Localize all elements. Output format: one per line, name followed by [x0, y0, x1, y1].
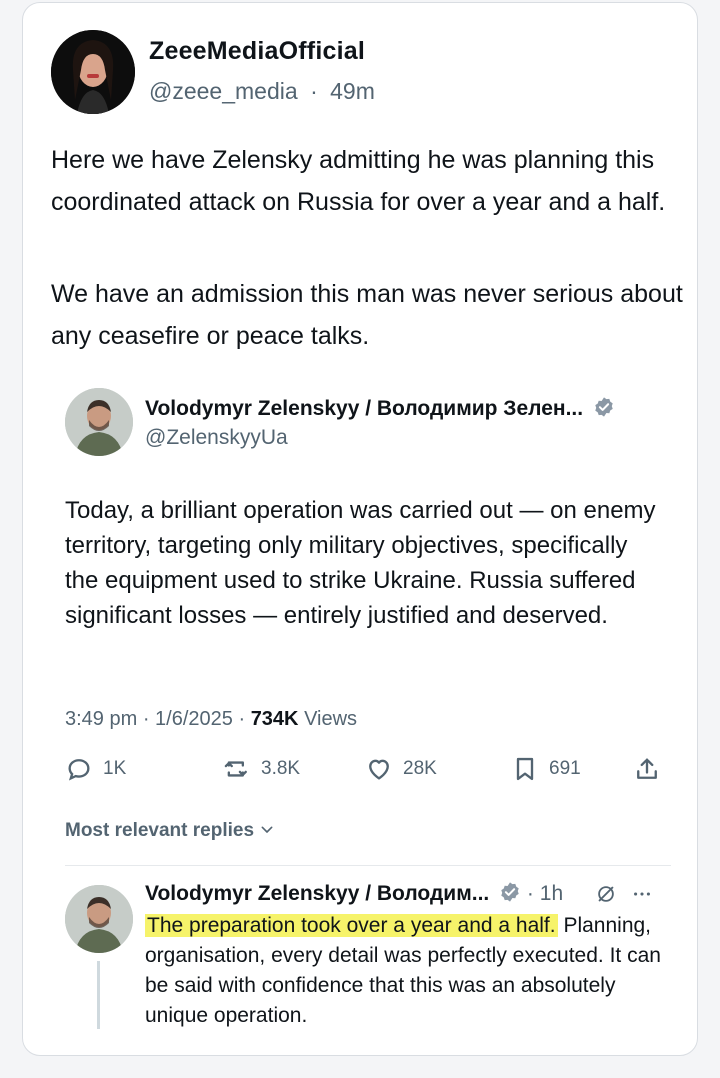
thread-line: [97, 961, 100, 1029]
reply-text: The preparation took over a year and a h…: [145, 911, 675, 1031]
bookmark-button[interactable]: 691: [511, 755, 581, 783]
quoted-author-name-text: Volodymyr Zelenskyy / Володимир Зелен...: [145, 397, 584, 420]
tweet-stats: 3:49 pm · 1/6/2025 · 734K Views: [65, 708, 357, 731]
reply-author-name[interactable]: Volodymyr Zelenskyy / Володим... · 1h: [145, 881, 563, 906]
repost-button[interactable]: 3.8K: [223, 755, 300, 783]
highlighted-text: The preparation took over a year and a h…: [145, 914, 558, 937]
bookmark-count: 691: [549, 758, 581, 779]
tweet-text-paragraph: Here we have Zelensky admitting he was p…: [51, 146, 666, 216]
tweet-date[interactable]: 1/6/2025: [155, 708, 233, 730]
grok-icon[interactable]: [595, 883, 617, 905]
profile-photo: [65, 388, 133, 456]
bookmark-icon: [516, 757, 534, 781]
replies-sort-label: Most relevant replies: [65, 820, 255, 841]
avatar[interactable]: [65, 388, 133, 456]
stats-separator: ·: [142, 708, 156, 730]
verified-badge-icon: [501, 882, 519, 902]
repost-count: 3.8K: [261, 758, 301, 779]
views-label: Views: [304, 708, 358, 730]
tweet-time[interactable]: 3:49 pm: [65, 708, 137, 730]
like-button[interactable]: 28K: [365, 755, 437, 783]
avatar[interactable]: [65, 885, 133, 953]
reply-header-icons: [595, 883, 653, 905]
author-meta: @zeee_media · 49m: [149, 78, 375, 105]
reply-icon: [68, 759, 90, 781]
reply-time[interactable]: 1h: [540, 882, 563, 905]
avatar[interactable]: [51, 30, 135, 114]
reply-author-name-text: Volodymyr Zelenskyy / Володим...: [145, 882, 490, 905]
tweet-card: ZeeeMediaOfficial @zeee_media · 49m Here…: [22, 2, 698, 1056]
heart-icon: [369, 759, 389, 780]
chevron-down-icon: [261, 826, 273, 833]
quoted-author-handle[interactable]: @ZelenskyyUa: [145, 426, 288, 450]
meta-separator: ·: [310, 78, 318, 104]
replies-sort-dropdown[interactable]: Most relevant replies: [65, 820, 275, 842]
more-options-icon[interactable]: [631, 883, 653, 905]
meta-separator: ·: [526, 882, 534, 905]
profile-photo: [65, 885, 133, 953]
reply-count: 1K: [103, 758, 127, 779]
verified-badge-icon: [595, 397, 613, 417]
tweet-text-paragraph: We have an admission this man was never …: [51, 280, 683, 350]
views-count: 734K: [250, 708, 299, 730]
tweet-actions: 1K 3.8K 28K 691: [65, 755, 665, 791]
profile-photo: [51, 30, 135, 114]
repost-icon: [224, 761, 247, 777]
divider: [65, 865, 671, 866]
author-name[interactable]: ZeeeMediaOfficial: [149, 37, 365, 66]
author-handle[interactable]: @zeee_media: [149, 78, 298, 104]
quoted-tweet-text: Today, a brilliant operation was carried…: [65, 497, 656, 629]
tweet-time[interactable]: 49m: [330, 78, 375, 104]
stats-separator: ·: [238, 708, 251, 730]
share-button[interactable]: [633, 755, 661, 783]
reply-button[interactable]: 1K: [65, 755, 126, 783]
share-icon: [637, 758, 657, 779]
like-count: 28K: [403, 758, 437, 779]
quoted-author-name[interactable]: Volodymyr Zelenskyy / Володимир Зелен...: [145, 396, 615, 421]
